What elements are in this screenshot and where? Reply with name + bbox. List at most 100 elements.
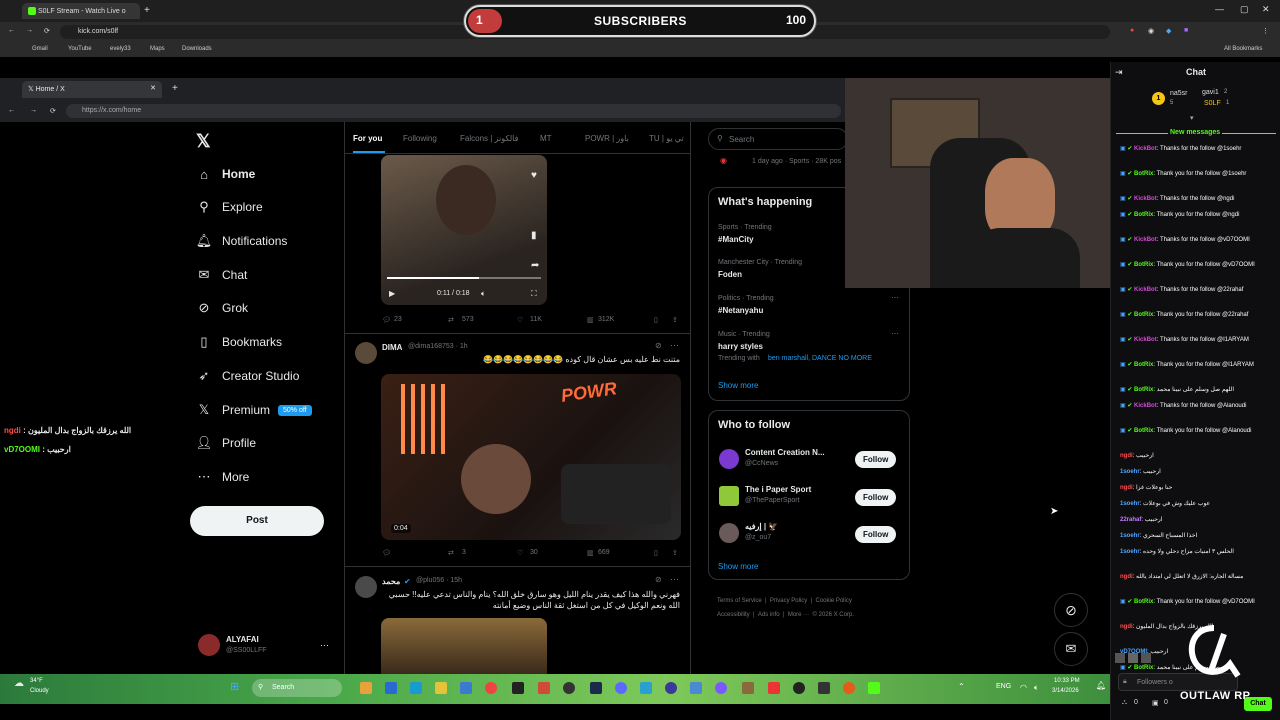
avatar[interactable]: [719, 486, 739, 506]
follow-button[interactable]: Follow: [855, 489, 897, 506]
bookmark-maps[interactable]: Maps: [150, 46, 165, 52]
taskbar-app-icon[interactable]: [590, 682, 602, 694]
chevron-down-icon[interactable]: ▾: [1190, 114, 1194, 122]
chat-username[interactable]: 1soehr: [1120, 533, 1140, 539]
emote-icon[interactable]: [1115, 653, 1125, 663]
avatar[interactable]: [355, 576, 377, 598]
all-bookmarks[interactable]: All Bookmarks: [1224, 46, 1262, 52]
chat-username[interactable]: BotRix: [1134, 362, 1153, 368]
tab-mt[interactable]: MT: [540, 134, 552, 143]
taskbar-app-icon[interactable]: [485, 682, 497, 694]
chat-username[interactable]: KickBot: [1134, 196, 1157, 202]
taskbar-app-icon[interactable]: [868, 682, 880, 694]
repost-icon[interactable]: ⇄: [448, 316, 454, 324]
wifi-icon[interactable]: ◠: [1020, 683, 1027, 692]
chat-username[interactable]: KickBot: [1134, 337, 1157, 343]
inner-tab[interactable]: 𝕏 Home / X ✕: [22, 81, 162, 98]
bookmark-evely[interactable]: evely33: [110, 46, 131, 52]
bookmark-youtube[interactable]: YouTube: [68, 46, 92, 52]
show-more-link[interactable]: Show more: [718, 381, 758, 390]
footer-link[interactable]: Accessibility: [717, 612, 750, 618]
grok-icon[interactable]: ⊘: [655, 575, 662, 584]
taskbar-app-icon[interactable]: [768, 682, 780, 694]
back-icon[interactable]: ←: [8, 27, 15, 34]
chat-username[interactable]: ngdi: [1120, 453, 1133, 459]
post-button[interactable]: Post: [190, 506, 324, 536]
inner-url-field[interactable]: https://x.com/home: [66, 104, 841, 118]
sidebar-item-bookmarks[interactable]: ▯ Bookmarks: [196, 331, 282, 353]
chat-username[interactable]: BotRix: [1134, 387, 1153, 393]
avatar[interactable]: [198, 634, 220, 656]
taskbar-app-icon[interactable]: [538, 682, 550, 694]
more-icon[interactable]: ⋯: [891, 329, 899, 338]
new-tab-icon[interactable]: +: [172, 83, 178, 94]
chat-username[interactable]: BotRix: [1134, 212, 1153, 218]
taskbar-app-icon[interactable]: [665, 682, 677, 694]
chat-username[interactable]: KickBot: [1134, 237, 1157, 243]
taskbar-app-icon[interactable]: [843, 682, 855, 694]
chat-username[interactable]: 1soehr: [1120, 549, 1140, 555]
taskbar-app-icon[interactable]: [460, 682, 472, 694]
fullscreen-icon[interactable]: ⛶: [531, 289, 537, 299]
chat-username[interactable]: KickBot: [1134, 403, 1157, 409]
outer-tab[interactable]: S0LF Stream - Watch Live o: [22, 3, 140, 19]
like-icon[interactable]: ♡: [517, 316, 523, 324]
bookmark-gmail[interactable]: Gmail: [32, 46, 48, 52]
sidebar-item-premium[interactable]: 𝕏 Premium 50% off: [196, 399, 312, 421]
follow-button[interactable]: Follow: [855, 451, 897, 468]
taskbar-app-icon[interactable]: [715, 682, 727, 694]
sidebar-item-profile[interactable]: 👤︎ Profile: [196, 432, 256, 454]
volume-icon[interactable]: 🔈︎: [1034, 683, 1039, 693]
post-image[interactable]: [381, 618, 547, 674]
show-more-link[interactable]: Show more: [718, 562, 758, 571]
chat-username[interactable]: ngdi: [1120, 574, 1133, 580]
chat-username[interactable]: ngdi: [1120, 485, 1133, 491]
maximize-icon[interactable]: ▢: [1240, 4, 1249, 15]
close-window-icon[interactable]: ✕: [1262, 4, 1270, 15]
extension-icon[interactable]: ◉: [1148, 27, 1154, 35]
search-input[interactable]: ⚲ Search: [708, 128, 848, 150]
tab-falcons[interactable]: Falcons | فالكونز: [460, 134, 518, 143]
back-icon[interactable]: ←: [8, 107, 15, 114]
chat-username[interactable]: 22rahaf: [1120, 517, 1141, 523]
footer-link[interactable]: More ···: [788, 612, 809, 618]
grok-icon[interactable]: ⊘: [655, 341, 662, 350]
taskbar-app-icon[interactable]: [435, 682, 447, 694]
chat-username[interactable]: 1soehr: [1120, 501, 1140, 507]
start-icon[interactable]: ⊞: [230, 680, 239, 693]
taskbar-app-icon[interactable]: [615, 682, 627, 694]
chat-username[interactable]: BotRix: [1134, 171, 1153, 177]
taskbar-app-icon[interactable]: [410, 682, 422, 694]
chat-username[interactable]: BotRix: [1134, 262, 1153, 268]
footer-link[interactable]: Privacy Policy: [770, 598, 807, 604]
bookmark-icon[interactable]: ▯: [654, 549, 658, 557]
reload-icon[interactable]: ⟳: [44, 27, 50, 35]
share-icon[interactable]: ⇪: [672, 549, 678, 557]
footer-link[interactable]: Ads info: [758, 612, 780, 618]
chat-username[interactable]: KickBot: [1134, 287, 1157, 293]
trend-item[interactable]: #Netanyahu: [718, 306, 763, 315]
extension-icon[interactable]: ●: [1130, 27, 1134, 34]
share-icon[interactable]: ⇪: [672, 316, 678, 324]
video-player[interactable]: ▶ 0:11 / 0:18 🔈︎ ⛶ ♥ ▮ ➦: [381, 155, 547, 305]
extension-icon[interactable]: ■: [1184, 27, 1188, 34]
chat-username[interactable]: BotRix: [1134, 599, 1153, 605]
repost-icon[interactable]: ⇄: [448, 549, 454, 557]
like-icon[interactable]: ♡: [517, 549, 523, 557]
new-tab-icon[interactable]: +: [144, 5, 150, 16]
emote-icon[interactable]: [1128, 653, 1138, 663]
play-icon[interactable]: ▶: [389, 289, 395, 298]
taskbar-app-icon[interactable]: [793, 682, 805, 694]
footer-link[interactable]: Cookie Policy: [816, 598, 852, 604]
tab-for-you[interactable]: For you: [353, 134, 382, 143]
bookmark-icon[interactable]: ▯: [654, 316, 658, 324]
sidebar-item-notifications[interactable]: 🔔︎ Notifications: [196, 230, 288, 252]
minimize-icon[interactable]: —: [1215, 4, 1224, 14]
trend-item[interactable]: Foden: [718, 270, 742, 279]
collapse-chat-icon[interactable]: ⇥: [1115, 67, 1123, 78]
forward-icon[interactable]: →: [26, 27, 33, 34]
tab-tu[interactable]: TU | تي يو: [649, 134, 684, 143]
sidebar-item-grok[interactable]: ⊘ Grok: [196, 297, 248, 319]
sidebar-item-chat[interactable]: ✉ Chat: [196, 264, 248, 286]
views-icon[interactable]: ▥: [587, 549, 594, 557]
